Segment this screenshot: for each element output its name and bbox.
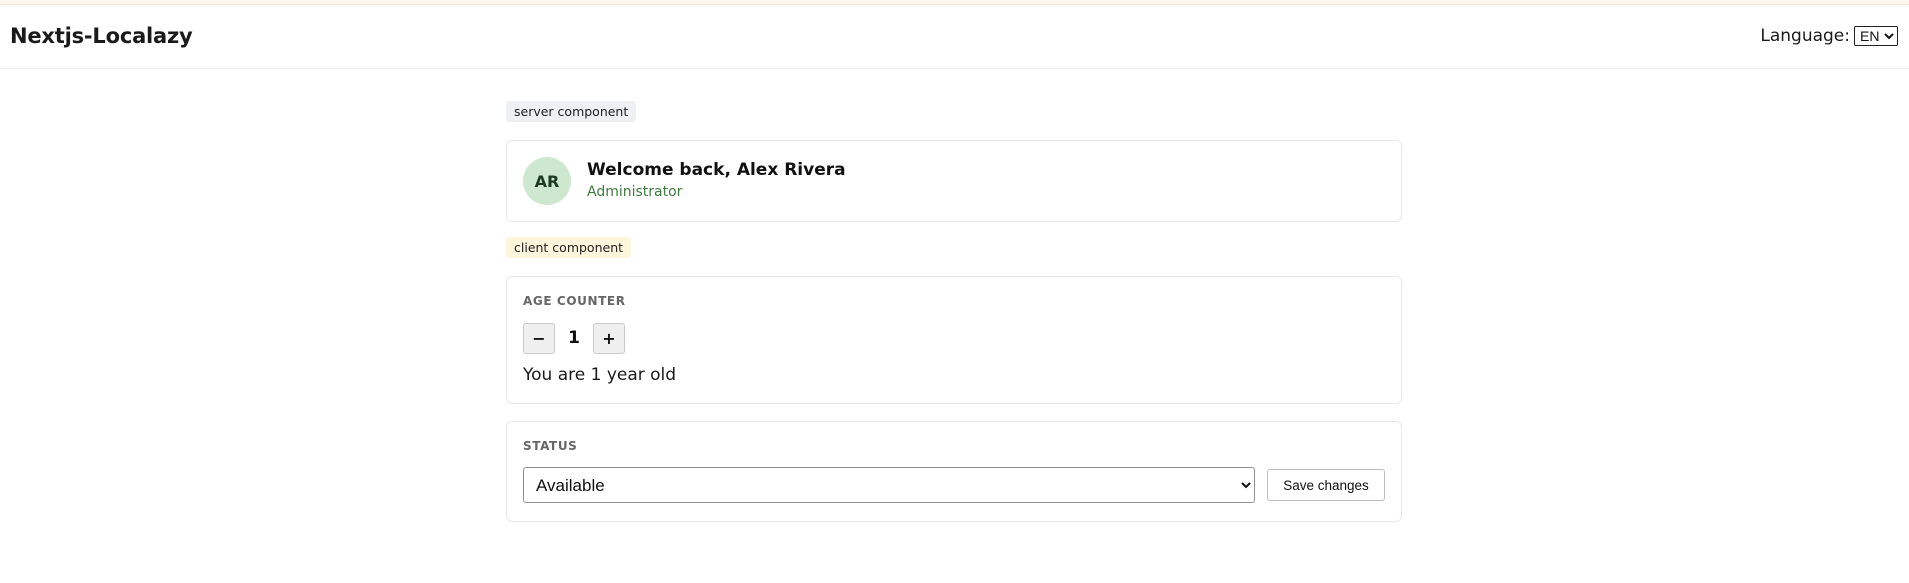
- welcome-card: AR Welcome back, Alex Rivera Administrat…: [506, 140, 1402, 222]
- save-changes-button[interactable]: Save changes: [1267, 469, 1385, 501]
- client-component-tag: client component: [506, 237, 632, 258]
- welcome-title: Welcome back, Alex Rivera: [587, 160, 846, 180]
- status-card: STATUS Available Save changes: [506, 421, 1402, 522]
- user-role: Administrator: [587, 184, 683, 200]
- counter-value: 1: [568, 328, 580, 348]
- site-header: Nextjs-Localazy Language: EN: [0, 5, 1909, 69]
- language-label: Language:: [1760, 26, 1850, 46]
- avatar: AR: [523, 157, 571, 205]
- decrement-button[interactable]: −: [523, 323, 555, 354]
- server-component-tag: server component: [506, 101, 637, 122]
- age-counter-label: AGE COUNTER: [523, 294, 626, 308]
- increment-button[interactable]: +: [593, 323, 625, 354]
- language-select[interactable]: EN: [1854, 26, 1898, 46]
- status-select[interactable]: Available: [523, 467, 1255, 503]
- age-text: You are 1 year old: [523, 365, 677, 385]
- status-label: STATUS: [523, 439, 578, 453]
- language-switcher: Language: EN: [1760, 26, 1898, 46]
- age-counter-card: AGE COUNTER − 1 + You are 1 year old: [506, 276, 1402, 404]
- brand-title[interactable]: Nextjs-Localazy: [10, 24, 193, 48]
